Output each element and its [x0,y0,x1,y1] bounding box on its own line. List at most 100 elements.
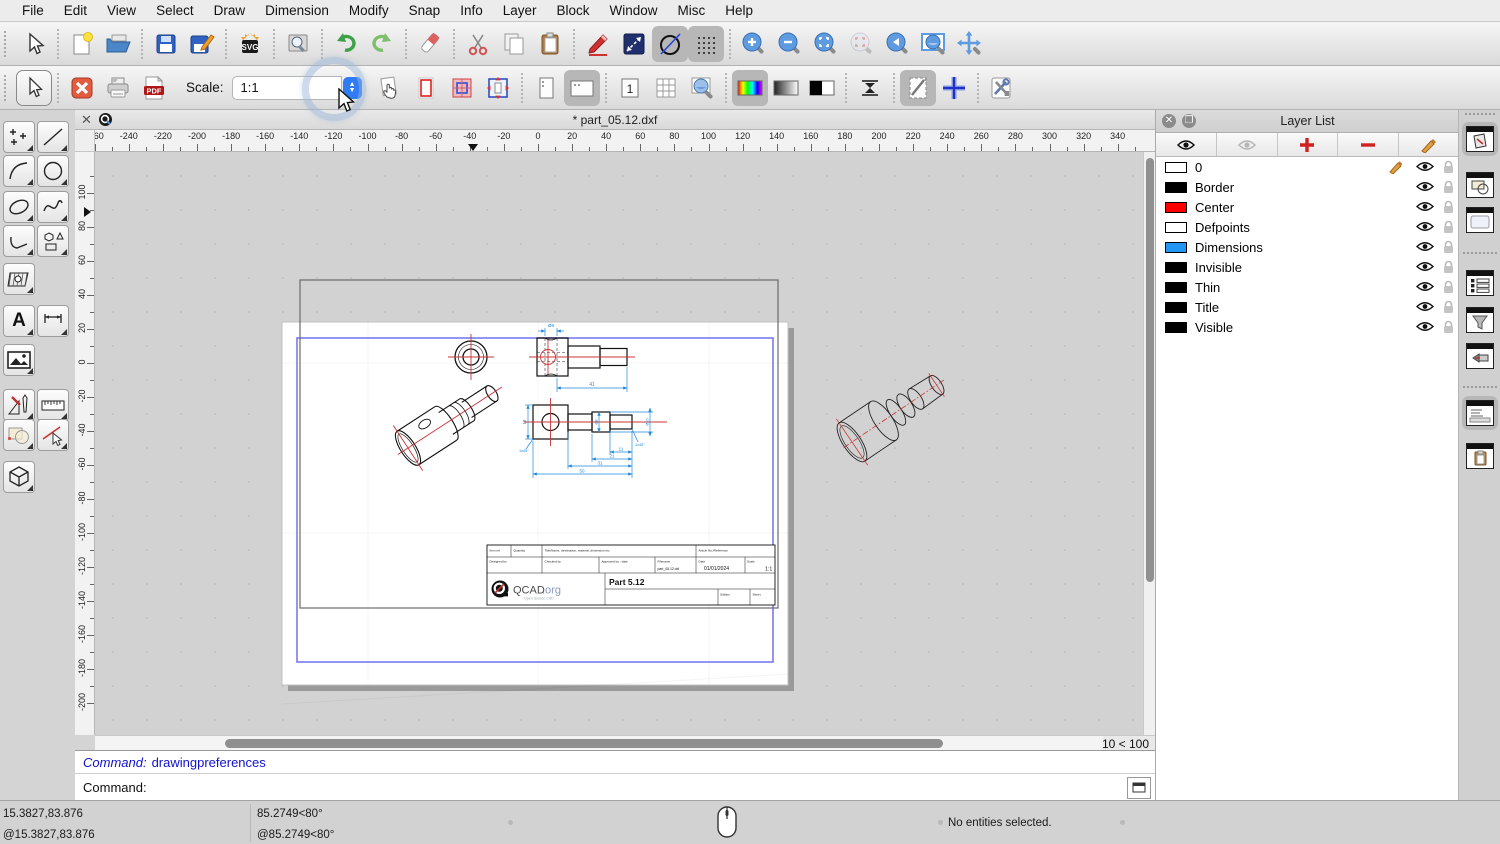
previous-view-button[interactable] [880,26,916,62]
layer-color-swatch[interactable] [1165,201,1187,213]
menu-item-edit[interactable]: Edit [54,3,97,18]
scale-stepper[interactable]: ▲ ▼ [342,76,362,99]
horizontal-scrollbar-thumb[interactable] [225,739,943,748]
layer-color-swatch[interactable] [1165,281,1187,293]
layer-eye-toggle[interactable] [1415,320,1435,338]
toolbar-drag-handle[interactable] [4,30,10,57]
dimension-tool-button[interactable] [616,26,652,62]
auto-zoom-button[interactable] [808,26,844,62]
cut-button[interactable] [460,26,496,62]
layer-eye-toggle[interactable] [1415,200,1435,218]
hairline-mode-button[interactable] [852,70,888,106]
dock-drag-handle[interactable] [1465,113,1495,115]
menu-item-misc[interactable]: Misc [668,3,716,18]
layer-eye-toggle[interactable] [1415,240,1435,258]
edit-layer-button[interactable] [1399,133,1459,156]
print-button[interactable] [100,70,136,106]
delete-button[interactable] [412,26,448,62]
open-file-button[interactable] [100,26,136,62]
layer-row-defpoints[interactable]: Defpoints [1156,217,1459,237]
crop-marks-button[interactable] [444,70,480,106]
menu-item-layer[interactable]: Layer [493,3,547,18]
layer-visibility-icon[interactable] [1415,200,1435,213]
layer-lock-icon[interactable] [1442,260,1455,274]
zoom-in-button[interactable] [736,26,772,62]
menu-item-block[interactable]: Block [547,3,600,18]
zoom-selection-button[interactable] [844,26,880,62]
paste-button[interactable] [532,26,568,62]
draft-mode-button[interactable] [899,69,936,106]
layer-visibility-icon[interactable] [1415,320,1435,333]
layer-color-swatch[interactable] [1165,321,1187,333]
toolbar-drag-handle[interactable] [4,74,10,101]
polyline-tools-button[interactable] [3,225,35,257]
layer-color-swatch[interactable] [1165,181,1187,193]
menu-item-dimension[interactable]: Dimension [255,3,339,18]
dock-property-editor-button[interactable] [1466,270,1494,296]
layer-color-swatch[interactable] [1165,261,1187,273]
vertical-scrollbar-thumb[interactable] [1146,158,1154,582]
layer-lock-icon[interactable] [1442,180,1455,194]
layer-lock-icon[interactable] [1442,160,1455,174]
page-borders-button[interactable] [408,70,444,106]
menu-item-select[interactable]: Select [146,3,204,18]
layer-color-swatch[interactable] [1165,161,1187,173]
point-tools-button[interactable] [3,121,35,153]
dock-clipboard-button[interactable] [1466,443,1494,469]
layer-visibility-icon[interactable] [1415,240,1435,253]
menu-item-info[interactable]: Info [450,3,493,18]
layer-lock-toggle[interactable] [1442,320,1455,339]
tab-title[interactable]: * part_05.12.dxf [75,113,1155,127]
remove-layer-button[interactable] [1338,133,1400,156]
menu-item-modify[interactable]: Modify [339,3,399,18]
text-tools-button[interactable]: A [3,305,35,337]
layer-row-invisible[interactable]: Invisible [1156,257,1459,277]
print-preview-button[interactable] [280,26,316,62]
dock-selection-filter-button[interactable] [1466,307,1494,333]
vertical-scrollbar[interactable] [1143,152,1155,735]
layer-eye-toggle[interactable] [1415,280,1435,298]
dock-command-line-button[interactable] [1462,396,1498,430]
layer-visibility-icon[interactable] [1415,180,1435,193]
command-options-button[interactable] [1127,776,1151,799]
preferences-button[interactable] [984,70,1020,106]
single-page-button[interactable]: 1 [612,70,648,106]
layer-lock-icon[interactable] [1442,200,1455,214]
select-tool-button[interactable] [16,26,52,62]
full-color-button[interactable] [731,69,768,106]
menu-item-draw[interactable]: Draw [204,3,256,18]
scale-input[interactable] [231,75,342,100]
menu-item-window[interactable]: Window [600,3,668,18]
layer-lock-icon[interactable] [1442,320,1455,334]
move-paper-button[interactable] [372,70,408,106]
layer-color-swatch[interactable] [1165,301,1187,313]
layer-visibility-icon[interactable] [1415,160,1435,173]
line-tools-button[interactable] [37,121,69,153]
new-file-button[interactable] [64,26,100,62]
projection-tools-button[interactable] [3,461,35,493]
save-as-button[interactable] [184,26,220,62]
undo-button[interactable] [328,26,364,62]
window-zoom-button[interactable] [916,26,952,62]
arc-tools-button[interactable] [3,155,35,187]
dimension-tools-button[interactable] [37,305,69,337]
close-print-preview-button[interactable] [64,70,100,106]
layer-row-visible[interactable]: Visible [1156,317,1459,337]
show-all-layers-button[interactable] [1156,133,1217,156]
layer-row-center[interactable]: Center [1156,197,1459,217]
layer-lock-icon[interactable] [1442,300,1455,314]
pdf-export-button[interactable]: PDF [136,70,172,106]
zoom-to-page-button[interactable] [684,70,720,106]
dock-block-list-button[interactable] [1466,172,1494,198]
layer-visibility-icon[interactable] [1415,300,1435,313]
multiple-pages-button[interactable] [648,70,684,106]
layer-color-swatch[interactable] [1165,221,1187,233]
zoom-out-button[interactable] [772,26,808,62]
black-white-button[interactable] [804,70,840,106]
layer-eye-toggle[interactable] [1415,300,1435,318]
measure-tools-button[interactable] [37,389,69,421]
menu-item-view[interactable]: View [97,3,146,18]
menu-item-snap[interactable]: Snap [399,3,451,18]
svg-export-button[interactable]: SVG [232,26,268,62]
drawing-canvas[interactable]: Ø8 41 18 1x45° Ø8 Ø10 1x45° 11 21 31 50 … [95,152,1155,735]
